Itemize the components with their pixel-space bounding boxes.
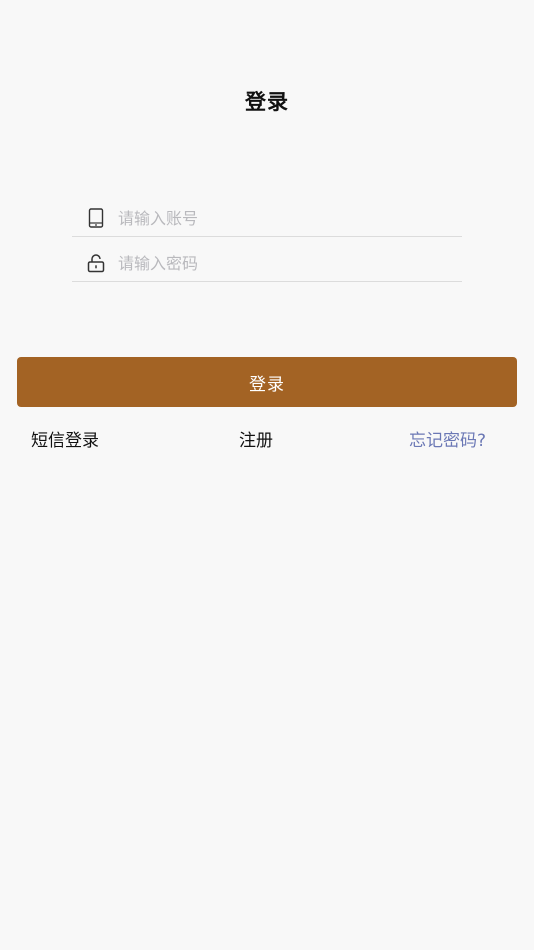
account-field-row xyxy=(72,200,462,237)
password-input[interactable] xyxy=(118,248,462,278)
account-input[interactable] xyxy=(118,203,462,233)
unlock-icon xyxy=(86,252,106,274)
login-button[interactable]: 登录 xyxy=(17,357,517,407)
sms-login-link[interactable]: 短信登录 xyxy=(31,430,99,452)
phone-icon xyxy=(86,207,106,229)
register-link[interactable]: 注册 xyxy=(239,430,273,452)
forgot-password-link[interactable]: 忘记密码? xyxy=(409,430,486,452)
page-title: 登录 xyxy=(245,90,289,114)
password-field-row xyxy=(72,245,462,282)
login-page: 登录 登录 短信登录 注册 忘记密码? xyxy=(0,0,534,950)
